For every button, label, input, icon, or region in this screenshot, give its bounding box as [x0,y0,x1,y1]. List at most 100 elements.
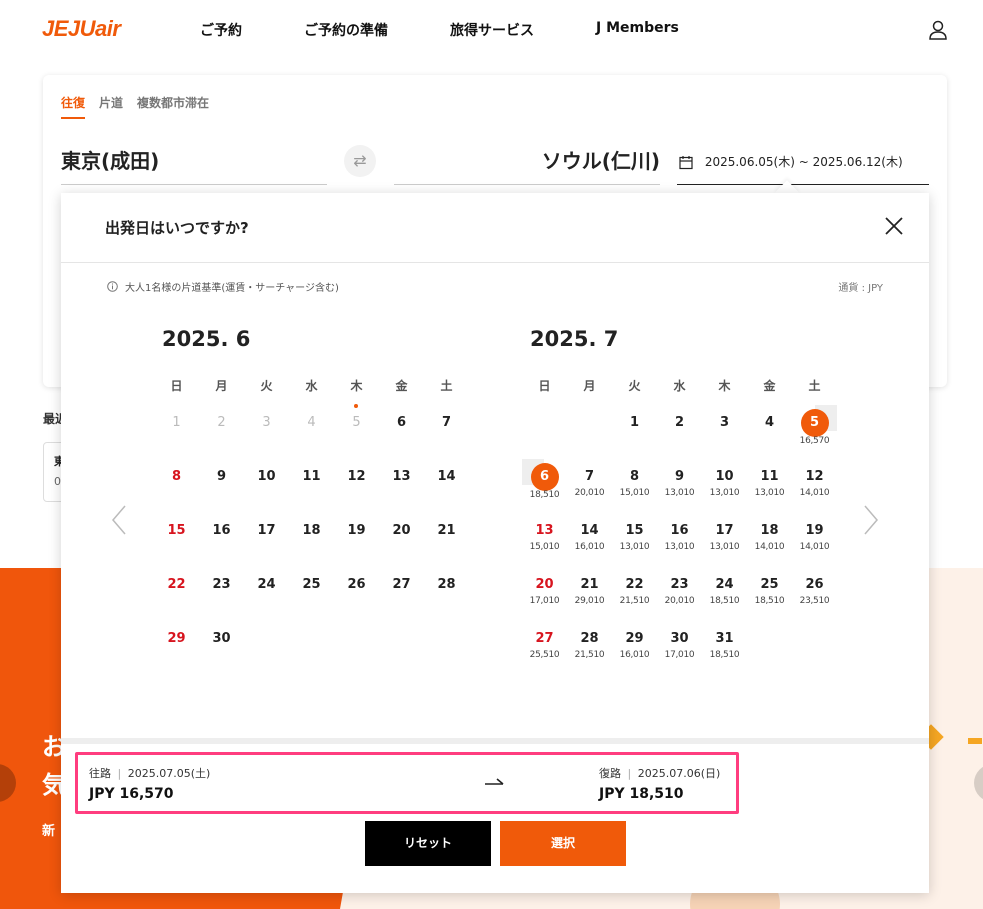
day-number: 22 [167,577,186,592]
day-number: 9 [674,469,685,484]
calendar-day[interactable]: 12 [334,453,379,507]
day-number: 20 [535,577,554,592]
calendar-day[interactable]: 25 18,510 [747,561,792,615]
day-number: 1 [172,415,181,430]
calendar-day[interactable]: 27 [379,561,424,615]
calendar-day[interactable]: 30 17,010 [657,615,702,669]
trip-type-tabs: 往復 片道 複数都市滞在 [61,94,223,119]
calendar-day[interactable]: 22 [154,561,199,615]
calendar-day[interactable]: 5 16,570 [792,399,837,453]
calendar-day[interactable]: 7 [424,399,469,453]
calendar-day[interactable]: 14 16,010 [567,507,612,561]
calendar-day[interactable]: 2 [657,399,702,453]
calendar-day[interactable]: 18 14,010 [747,507,792,561]
day-fare: 13,010 [664,542,695,552]
day-fare: 23,510 [799,596,830,606]
reset-button[interactable]: リセット [365,821,491,866]
tab-one-way[interactable]: 片道 [99,94,123,119]
nav-item-j-members[interactable]: J Members [596,20,679,40]
select-button[interactable]: 選択 [500,821,626,866]
calendar-day[interactable]: 11 [289,453,334,507]
banner-headline-line2: 気 [42,771,62,799]
calendar-day[interactable]: 21 [424,507,469,561]
calendar-day[interactable]: 12 14,010 [792,453,837,507]
nav-item-booking-prep[interactable]: ご予約の準備 [304,20,388,40]
calendar-day[interactable]: 30 [199,615,244,669]
calendar-day[interactable]: 17 13,010 [702,507,747,561]
calendar-day[interactable]: 1 [612,399,657,453]
date-range-field[interactable]: 2025.06.05(木) ~ 2025.06.12(木) [677,145,929,185]
nav-item-booking[interactable]: ご予約 [200,20,242,40]
destination-field[interactable]: ソウル(仁川) [394,145,660,185]
calendar-day[interactable]: 24 18,510 [702,561,747,615]
day-fare: 16,010 [619,650,650,660]
calendar-day[interactable]: 16 [199,507,244,561]
calendar-day[interactable]: 8 [154,453,199,507]
calendar-day[interactable]: 28 [424,561,469,615]
nav-item-travel-services[interactable]: 旅得サービス [450,20,534,40]
day-fare: 25,510 [529,650,560,660]
calendar-day[interactable]: 10 [244,453,289,507]
calendar-day[interactable]: 17 [244,507,289,561]
next-month-icon[interactable] [859,503,881,537]
calendar-day[interactable]: 25 [289,561,334,615]
day-fare: 15,010 [619,488,650,498]
calendar-day[interactable]: 19 [334,507,379,561]
calendar-day[interactable]: 9 [199,453,244,507]
calendar-day[interactable]: 26 [334,561,379,615]
prev-month-icon[interactable] [109,503,131,537]
day-number: 4 [307,415,316,430]
calendar-day[interactable]: 3 [702,399,747,453]
calendar-day[interactable]: 4 [747,399,792,453]
day-number: 16 [212,523,231,538]
calendar-day[interactable]: 11 13,010 [747,453,792,507]
calendar-day[interactable]: 26 23,510 [792,561,837,615]
calendar-day[interactable]: 20 17,010 [522,561,567,615]
day-number: 26 [347,577,366,592]
calendar-day[interactable]: 16 13,010 [657,507,702,561]
calendar-day[interactable]: 23 [199,561,244,615]
calendar-day[interactable]: 15 13,010 [612,507,657,561]
weekday-label: 木 [718,379,731,393]
day-fare: 16,570 [799,436,830,446]
origin-field[interactable]: 東京(成田) [61,145,327,185]
selection-summary: 往路 | 2025.07.05(土) JPY 16,570 復路 | 2025.… [75,752,739,814]
calendar-day[interactable]: 29 [154,615,199,669]
day-fare: 14,010 [754,542,785,552]
calendar-day[interactable]: 9 13,010 [657,453,702,507]
calendar-day[interactable]: 21 29,010 [567,561,612,615]
day-number: 1 [629,415,640,430]
calendar-day[interactable]: 20 [379,507,424,561]
calendar-day[interactable]: 23 20,010 [657,561,702,615]
calendar-day: 3 [244,399,289,453]
calendar-day[interactable]: 13 15,010 [522,507,567,561]
calendar-day[interactable]: 22 21,510 [612,561,657,615]
day-fare: 13,010 [709,488,740,498]
tab-multi-city[interactable]: 複数都市滞在 [137,94,209,119]
calendar-day[interactable]: 7 20,010 [567,453,612,507]
user-icon[interactable] [926,18,950,42]
calendar-day[interactable]: 10 13,010 [702,453,747,507]
calendar-day[interactable]: 6 [379,399,424,453]
calendar-day[interactable]: 13 [379,453,424,507]
calendar-day[interactable]: 15 [154,507,199,561]
day-fare: 13,010 [664,488,695,498]
calendar-day[interactable]: 18 [289,507,334,561]
calendar-day[interactable]: 31 18,510 [702,615,747,669]
close-icon[interactable] [883,215,905,237]
swap-route-icon[interactable]: ⇄ [344,145,376,177]
calendar-day[interactable]: 19 14,010 [792,507,837,561]
calendar-month-july: 2025. 7 日月火水木金土 1 2 3 4 5 16,570 6 18,510 7 20,01… [522,327,838,669]
calendar-day[interactable]: 29 16,010 [612,615,657,669]
banner-next-button[interactable] [974,764,983,802]
jejuair-logo[interactable]: JEJUair [42,16,121,42]
calendar-day[interactable]: 8 15,010 [612,453,657,507]
tab-round-trip[interactable]: 往復 [61,94,86,119]
calendar-day[interactable]: 6 18,510 [522,453,567,507]
calendar-day[interactable]: 28 21,510 [567,615,612,669]
weekday-label: 木 [350,379,363,393]
calendar-day[interactable]: 24 [244,561,289,615]
day-number: 14 [437,469,456,484]
calendar-day[interactable]: 27 25,510 [522,615,567,669]
calendar-day[interactable]: 14 [424,453,469,507]
